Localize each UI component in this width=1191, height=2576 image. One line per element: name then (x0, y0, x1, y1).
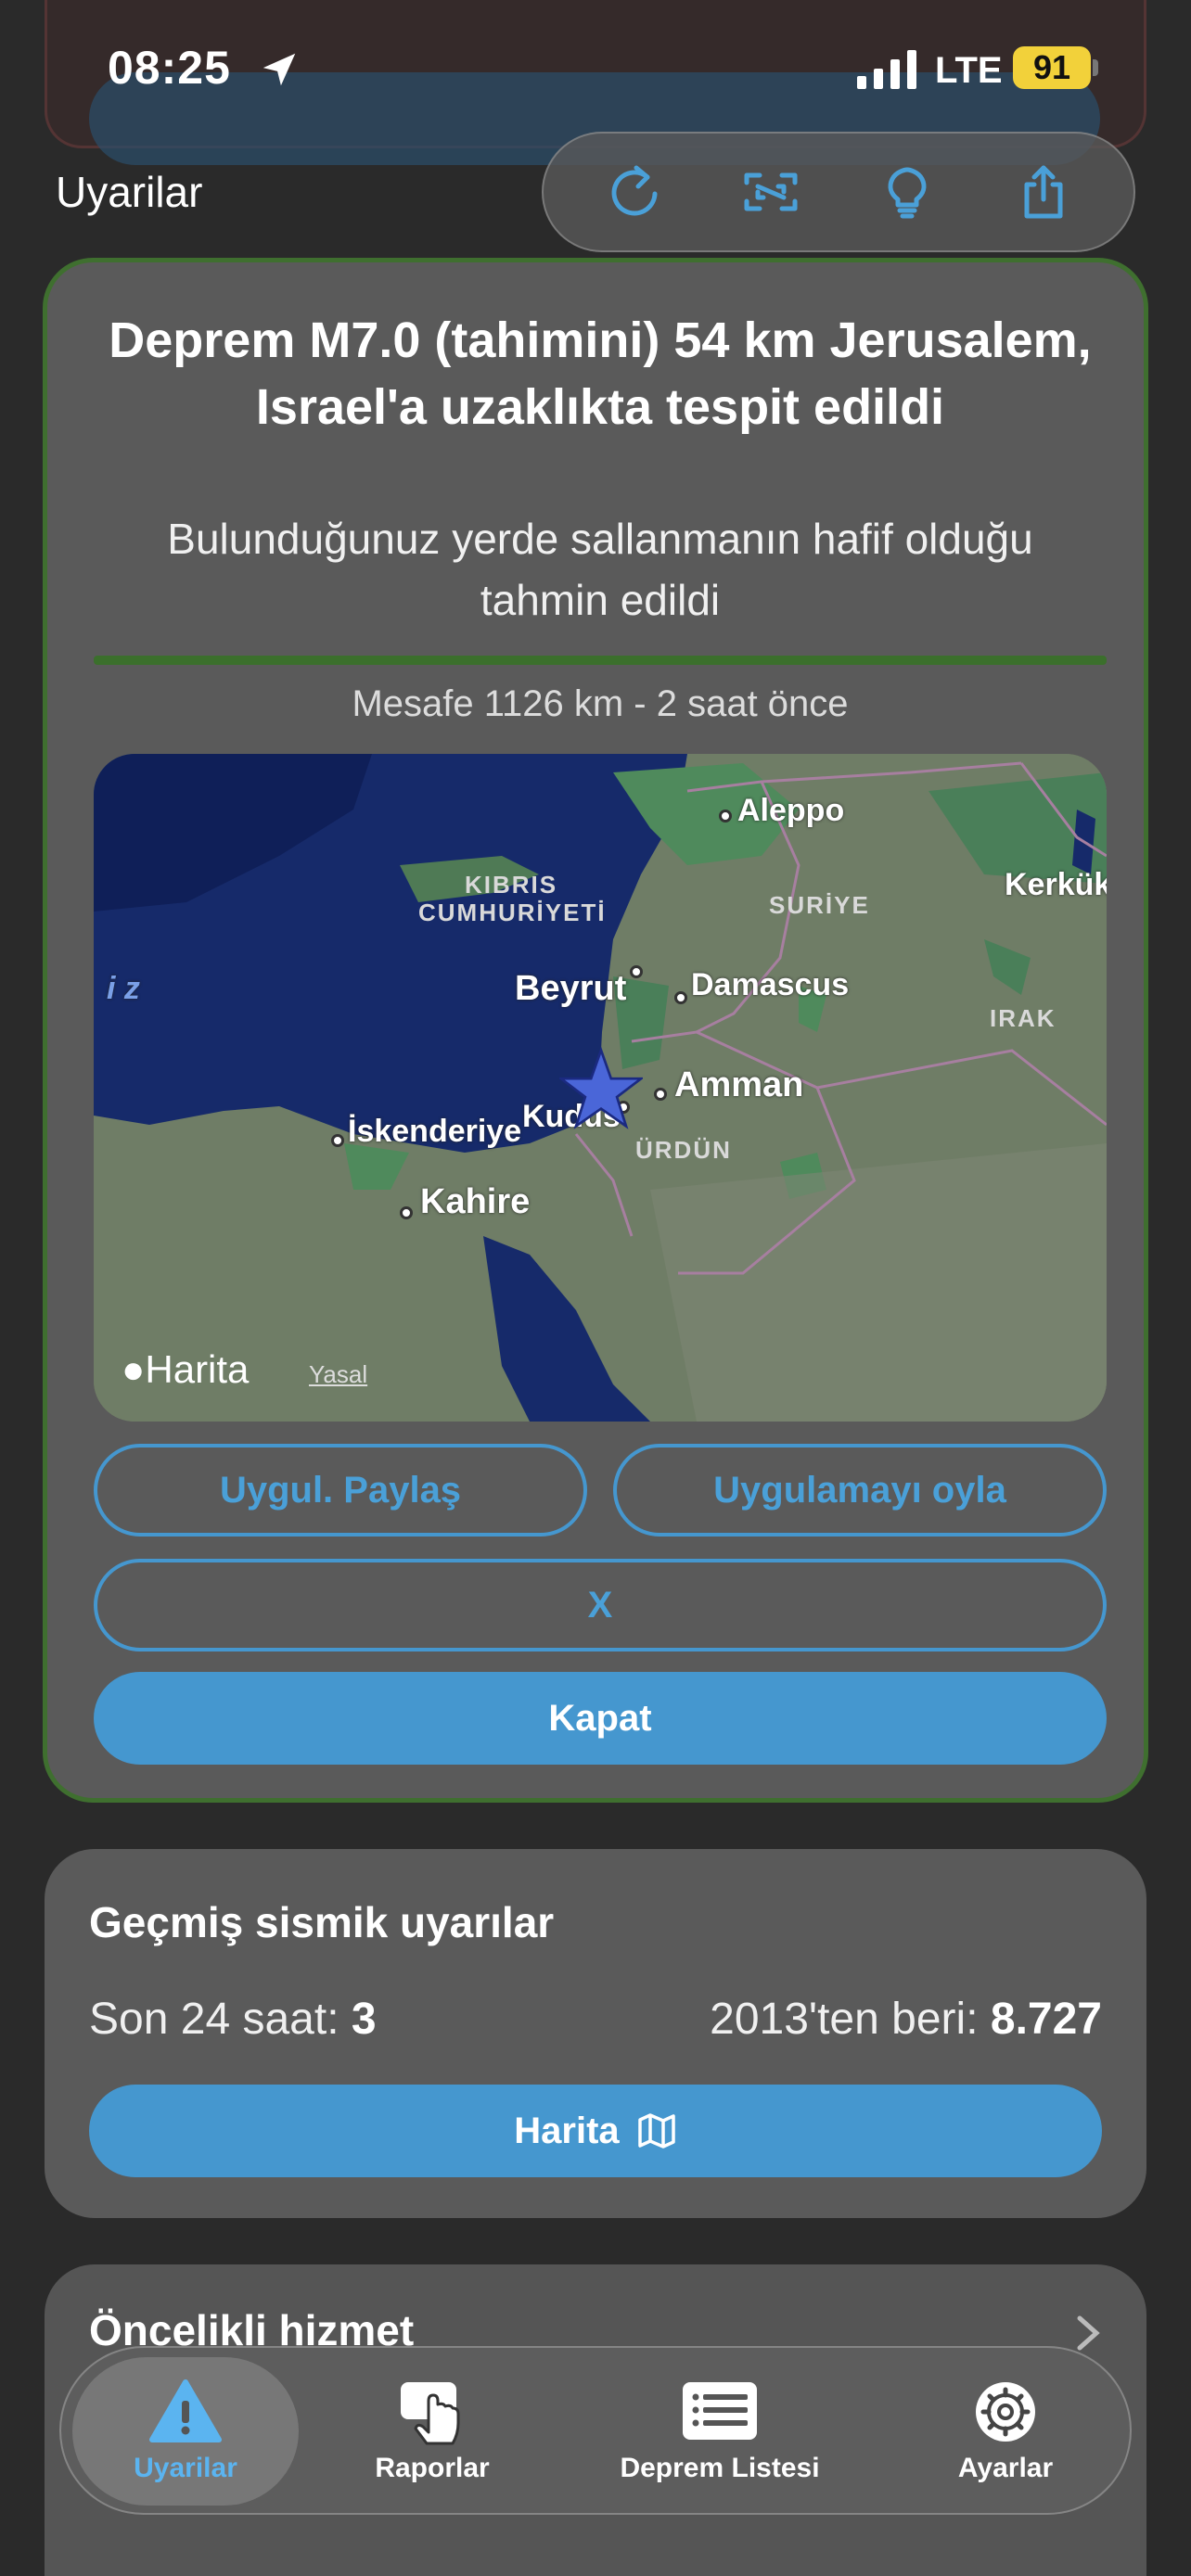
resize-icon (744, 172, 797, 211)
alert-severity-bar (94, 656, 1107, 665)
tab-bar: Uyarilar Raporlar Deprem Listesi Ayarlar (59, 2346, 1132, 2515)
tab-label: Ayarlar (957, 2453, 1054, 2483)
map-legal-link[interactable]: Yasal (309, 1360, 367, 1389)
share-icon (1024, 165, 1062, 219)
battery-level: 91 (1013, 46, 1091, 89)
battery-tip (1093, 59, 1098, 76)
history-since: 2013'ten beri: 8.727 (710, 1994, 1102, 2045)
tap-hand-icon (401, 2382, 460, 2445)
map-label-amman: Amman (674, 1065, 804, 1104)
close-button[interactable]: Kapat (94, 1672, 1107, 1765)
epicenter-star-icon (559, 1047, 643, 1129)
city-dot-beyrut (630, 965, 643, 978)
gear-icon (976, 2382, 1035, 2442)
city-dot-kahire (400, 1206, 413, 1219)
tab-ayarlar[interactable]: Ayarlar (913, 2357, 1098, 2506)
page-title: Uyarilar (56, 168, 203, 216)
alert-map[interactable]: Aleppo Kerkük KIBRIS CUMHURİYETİ SURİYE … (94, 754, 1107, 1422)
warning-icon (149, 2379, 222, 2442)
map-label-aleppo: Aleppo (737, 793, 845, 828)
tab-deprem-listesi[interactable]: Deprem Listesi (581, 2357, 859, 2506)
location-arrow-icon (263, 53, 296, 86)
alert-subtitle: Bulunduğunuz yerde sallanmanın hafif old… (167, 515, 1033, 624)
tab-label: Raporlar (375, 2453, 490, 2483)
tab-uyarilar[interactable]: Uyarilar (72, 2357, 299, 2506)
status-bar: 08:25 LTE 91 (0, 0, 1191, 139)
network-type: LTE (935, 50, 1003, 91)
map-label-irak: IRAK (990, 1004, 1057, 1032)
map-brand: ●Harita (122, 1347, 249, 1392)
map-icon (637, 2113, 675, 2149)
map-label-kahire: Kahire (420, 1182, 531, 1221)
list-icon (683, 2382, 757, 2440)
map-label-iz: i z (107, 971, 140, 1006)
city-dot-aleppo (719, 810, 732, 823)
tab-raporlar[interactable]: Raporlar (330, 2357, 534, 2506)
refresh-button[interactable] (597, 155, 672, 229)
history-map-button[interactable]: Harita (89, 2085, 1102, 2177)
share-app-button[interactable]: Uygul. Paylaş (94, 1444, 587, 1537)
map-label-damascus: Damascus (691, 967, 850, 1002)
city-dot-amman (654, 1088, 667, 1101)
x-button[interactable]: X (94, 1559, 1107, 1651)
tab-label: Deprem Listesi (620, 2453, 820, 2483)
tab-label: Uyarilar (134, 2453, 237, 2483)
history-last24-value: 3 (351, 1995, 377, 2044)
map-label-iskenderiye: İskenderiye (348, 1114, 522, 1149)
map-label-kerkuk: Kerkük (1005, 867, 1107, 902)
map-label-suriye: SURİYE (769, 891, 870, 919)
alert-title: Deprem M7.0 (tahimini) 54 km Jerusalem, … (109, 312, 1092, 435)
status-time: 08:25 (108, 42, 231, 94)
history-last24: Son 24 saat: 3 (89, 1994, 377, 2045)
map-label-beyrut: Beyrut (515, 969, 627, 1008)
map-label-urdun: ÜRDÜN (635, 1136, 732, 1164)
lightbulb-icon (888, 167, 926, 219)
map-label-kibris-1: KIBRIS (465, 871, 558, 899)
history-map-button-label: Harita (514, 2110, 620, 2151)
alert-card: Deprem M7.0 (tahimini) 54 km Jerusalem, … (43, 258, 1148, 1803)
history-title: Geçmiş sismik uyarılar (89, 1898, 555, 1946)
tip-button[interactable] (870, 155, 944, 229)
resize-button[interactable] (734, 155, 808, 229)
share-button[interactable] (1006, 155, 1081, 229)
chevron-right-icon (1077, 2315, 1100, 2351)
city-dot-iskenderiye (331, 1134, 344, 1147)
history-last24-label: Son 24 saat: (89, 1995, 339, 2044)
map-label-kibris-2: CUMHURİYETİ (418, 899, 607, 926)
refresh-icon (611, 165, 657, 216)
city-dot-damascus (674, 991, 687, 1004)
history-card: Geçmiş sismik uyarılar Son 24 saat: 3 20… (45, 1849, 1146, 2218)
cell-signal-icon (857, 50, 916, 89)
rate-app-button[interactable]: Uygulamayı oyla (613, 1444, 1107, 1537)
history-since-value: 8.727 (990, 1995, 1102, 2044)
map-brand-label: Harita (145, 1347, 250, 1391)
history-since-label: 2013'ten beri: (710, 1995, 979, 2044)
top-toolbar (542, 132, 1135, 252)
alert-distance-time: Mesafe 1126 km - 2 saat önce (352, 683, 849, 724)
apple-logo-icon: ● (122, 1347, 146, 1391)
